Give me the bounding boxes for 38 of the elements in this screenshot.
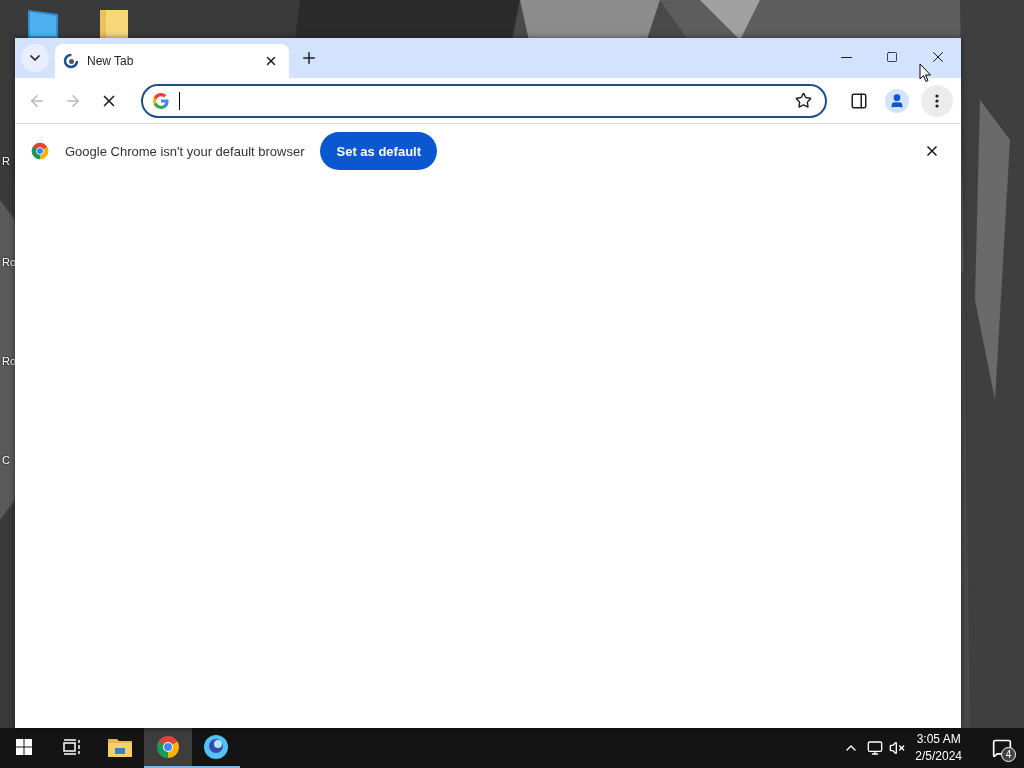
chrome-icon <box>156 735 180 759</box>
mouse-cursor-icon <box>919 63 932 83</box>
profile-button[interactable] <box>885 88 909 113</box>
more-icon <box>935 93 939 108</box>
task-view-icon <box>63 739 81 755</box>
close-icon <box>264 54 278 68</box>
volume-muted-icon[interactable] <box>889 740 906 756</box>
chrome-icon <box>31 142 49 160</box>
address-field[interactable] <box>141 83 827 118</box>
plus-icon <box>300 49 318 67</box>
clock-date: 2/5/2024 <box>915 748 962 765</box>
taskbar-app-button[interactable] <box>144 728 192 768</box>
clock[interactable]: 3:05 AM 2/5/2024 <box>915 731 962 765</box>
folder-icon[interactable] <box>28 10 60 38</box>
google-icon <box>153 92 169 109</box>
person-icon <box>889 92 905 109</box>
network-icon[interactable] <box>867 740 884 756</box>
side-panel-icon <box>850 91 868 110</box>
message-icon <box>992 738 1012 758</box>
maximize-icon <box>886 51 898 63</box>
notifications-button[interactable]: 4 <box>980 728 1024 768</box>
set-default-button[interactable]: Set as default <box>320 132 437 170</box>
tab-title: New Tab <box>87 54 135 68</box>
loading-icon <box>63 53 79 69</box>
clock-time: 3:05 AM <box>916 731 961 748</box>
desktop-icon-label: R <box>2 155 10 167</box>
default-browser-message: Google Chrome isn't your default browser <box>65 143 305 159</box>
star-icon <box>794 92 812 109</box>
orb-icon <box>203 734 229 760</box>
menu-button[interactable] <box>921 84 953 117</box>
folder-icon <box>108 737 132 757</box>
close-icon <box>924 143 940 159</box>
tab-search-button[interactable] <box>21 44 49 72</box>
browser-tab[interactable]: New Tab <box>55 44 289 78</box>
notification-count: 4 <box>1001 747 1016 762</box>
desktop-icon-label: C <box>2 454 10 466</box>
windows-logo-icon <box>16 739 32 755</box>
minimize-icon <box>840 56 852 58</box>
